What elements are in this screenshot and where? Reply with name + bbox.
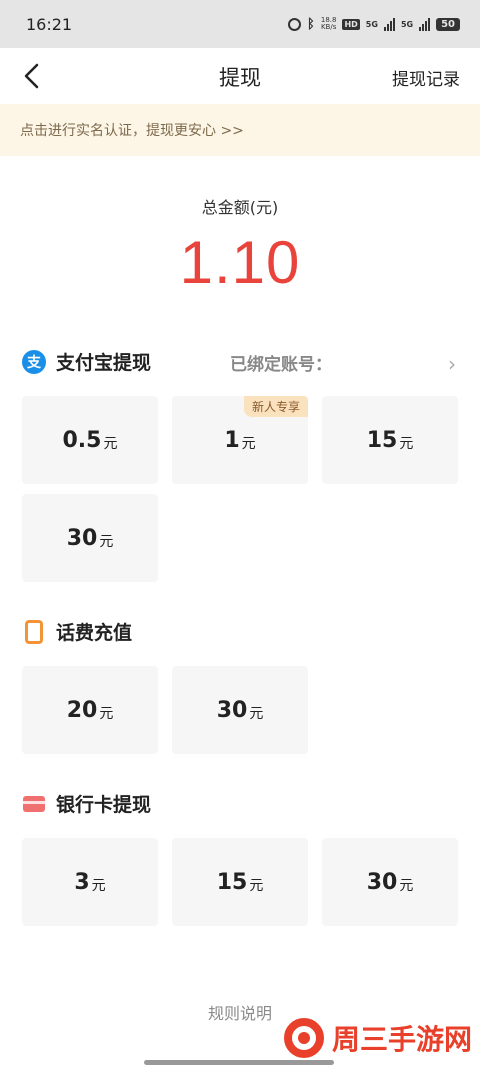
option-amount: 30: [66, 525, 98, 551]
watermark-logo-icon: [284, 1018, 324, 1058]
bound-account-label[interactable]: 已绑定账号：: [230, 350, 332, 375]
option-amount: 30: [366, 869, 398, 895]
withdraw-record-link[interactable]: 提现记录: [392, 65, 460, 90]
alipay-section-header: 支 支付宝提现: [22, 348, 151, 375]
phone-section-header: 话费充值: [22, 618, 132, 645]
status-icons: ᛒ 18.8 KB/s HD 5G 5G 50: [288, 17, 460, 32]
watermark-text: 周三手游网: [332, 1023, 473, 1056]
total-label: 总金额(元): [201, 198, 279, 217]
bank-option-0[interactable]: 3 元: [22, 838, 158, 926]
option-unit: 元: [249, 706, 264, 722]
bluetooth-icon: ᛒ: [307, 16, 315, 32]
speed-unit: KB/s: [320, 23, 337, 31]
option-amount: 30: [216, 697, 248, 723]
option-unit: 元: [103, 436, 118, 452]
alipay-section-title: 支付宝提现: [56, 352, 152, 374]
verify-notice-banner[interactable]: 点击进行实名认证，提现更安心 >>: [0, 104, 480, 156]
option-amount: 15: [366, 427, 398, 453]
battery-icon: 50: [436, 17, 460, 31]
network-speed: 18.8 KB/s: [321, 17, 337, 31]
option-unit: 元: [399, 436, 414, 452]
verify-notice-text: 点击进行实名认证，提现更安心 >>: [20, 123, 244, 139]
option-unit: 元: [241, 436, 256, 452]
network-type-2: 5G: [400, 19, 414, 29]
option-amount: 3: [74, 869, 90, 895]
new-user-badge: 新人专享: [243, 396, 308, 417]
option-unit: 元: [99, 534, 114, 550]
bank-card-icon: [23, 795, 45, 812]
total-amount: 1.10: [179, 229, 301, 296]
signal-icon: [419, 17, 431, 31]
alipay-option-2[interactable]: 15 元: [322, 396, 458, 484]
phone-icon: [25, 619, 43, 644]
signal-icon: [383, 17, 395, 31]
option-unit: 元: [99, 706, 114, 722]
option-unit: 元: [91, 878, 106, 894]
network-type-1: 5G: [365, 19, 378, 29]
hd-badge: HD: [342, 18, 360, 30]
nav-bar: 提现 提现记录: [0, 48, 480, 104]
bank-section-title: 银行卡提现: [56, 794, 152, 816]
status-bar: 16:21 ᛒ 18.8 KB/s HD 5G 5G 50: [0, 0, 480, 48]
bank-option-1[interactable]: 15 元: [172, 838, 308, 926]
alipay-option-1[interactable]: 新人专享 1 元: [172, 396, 308, 484]
option-amount: 0.5: [62, 427, 102, 453]
alipay-icon: 支: [22, 349, 46, 374]
option-amount: 20: [66, 697, 98, 723]
alipay-option-3[interactable]: 30 元: [22, 494, 158, 582]
option-unit: 元: [249, 878, 264, 894]
watermark: 周三手游网: [284, 1018, 472, 1058]
alipay-option-0[interactable]: 0.5 元: [22, 396, 158, 484]
phone-option-0[interactable]: 20 元: [22, 666, 158, 754]
home-indicator[interactable]: [144, 1060, 334, 1065]
bank-option-2[interactable]: 30 元: [322, 838, 458, 926]
bank-section-header: 银行卡提现: [22, 790, 151, 817]
option-amount: 1: [224, 427, 240, 453]
option-unit: 元: [399, 878, 414, 894]
status-time: 16:21: [26, 14, 73, 34]
alarm-icon: [288, 17, 302, 31]
chevron-right-icon[interactable]: ›: [448, 352, 456, 376]
option-amount: 15: [216, 869, 248, 895]
phone-section-title: 话费充值: [56, 622, 133, 644]
phone-option-1[interactable]: 30 元: [172, 666, 308, 754]
